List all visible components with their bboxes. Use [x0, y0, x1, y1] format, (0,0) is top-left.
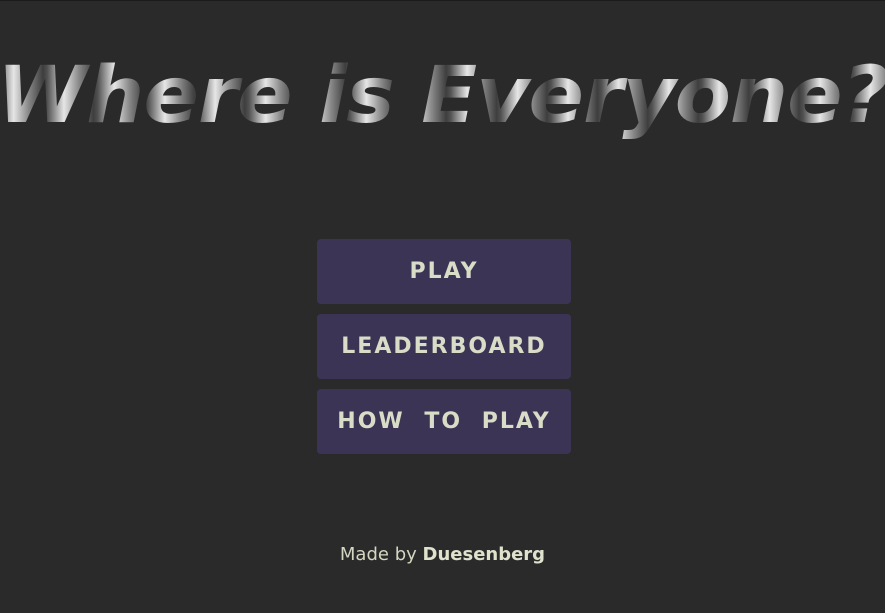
game-title: Where is Everyone? — [0, 48, 885, 144]
play-button[interactable]: PLAY — [317, 239, 571, 304]
leaderboard-button[interactable]: LEADERBOARD — [317, 314, 571, 379]
main-menu: PLAY LEADERBOARD HOW TO PLAY — [317, 239, 571, 464]
title-container: Where is Everyone? — [0, 48, 885, 148]
how-to-play-button[interactable]: HOW TO PLAY — [317, 389, 571, 454]
footer-credit: Made by Duesenberg — [0, 541, 885, 569]
top-border — [0, 0, 885, 1]
author-name: Duesenberg — [422, 544, 546, 565]
made-by-label: Made by — [339, 544, 417, 565]
